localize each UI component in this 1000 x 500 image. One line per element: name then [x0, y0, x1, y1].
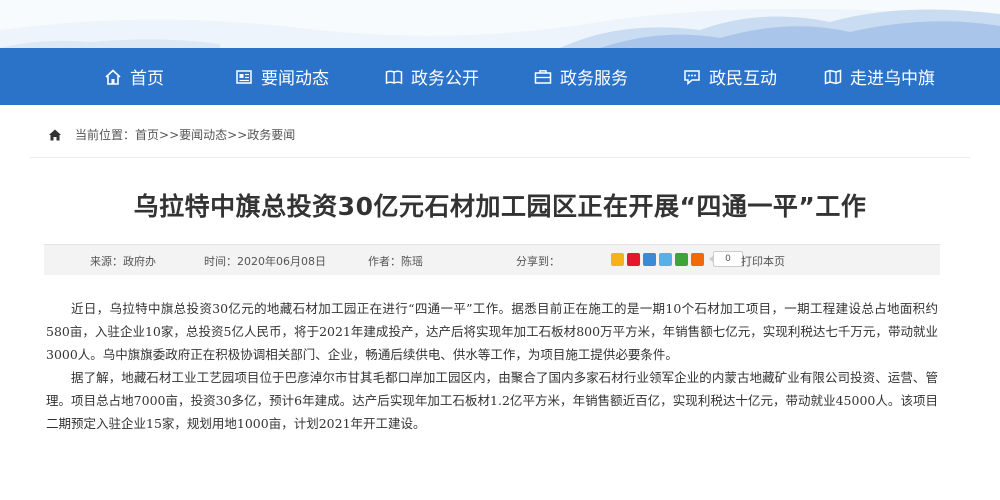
breadcrumb-news-link[interactable]: 要闻动态 — [179, 126, 227, 143]
share-label: 分享到： — [516, 255, 560, 268]
douban-share-icon[interactable] — [675, 252, 688, 266]
header-banner — [0, 0, 1000, 48]
weibo-share-icon[interactable] — [627, 252, 640, 266]
article-author: 作者：陈瑶 — [368, 255, 423, 268]
nav-label: 走进乌中旗 — [850, 69, 935, 89]
nav-item-news[interactable]: 要闻动态 — [235, 48, 329, 105]
breadcrumb-separator: >> — [159, 127, 180, 142]
nav-label: 要闻动态 — [261, 69, 329, 89]
map-icon — [824, 68, 842, 86]
share-buttons: 0 — [611, 251, 743, 267]
chat-icon — [683, 68, 701, 86]
article-title: 乌拉特中旗总投资30亿元石材加工园区正在开展“四通一平”工作 — [133, 192, 867, 221]
nav-label: 首页 — [130, 69, 164, 89]
breadcrumb: 当前位置： 首页 >> 要闻动态 >> 政务要闻 — [48, 126, 295, 143]
renren-share-icon[interactable] — [643, 252, 656, 266]
qzone-share-icon[interactable] — [611, 252, 624, 266]
breadcrumb-current-link[interactable]: 政务要闻 — [247, 126, 295, 143]
nav-item-about[interactable]: 走进乌中旗 — [824, 48, 935, 105]
home-icon — [49, 129, 61, 140]
article-time: 时间：2020年06月08日 — [204, 255, 326, 268]
more-share-icon[interactable] — [691, 252, 704, 266]
news-icon — [235, 68, 253, 86]
article-paragraph: 近日，乌拉特中旗总投资30亿元的地藏石材加工园正在进行“四通一平”工作。据悉目前… — [46, 301, 938, 362]
nav-label: 政民互动 — [709, 69, 777, 89]
book-icon — [385, 68, 403, 86]
home-icon — [104, 68, 122, 86]
tqq-share-icon[interactable] — [659, 252, 672, 266]
article-source: 来源：政府办 — [90, 255, 156, 268]
breadcrumb-prefix: 当前位置： — [75, 128, 136, 142]
article-meta-bar: 来源：政府办 时间：2020年06月08日 作者：陈瑶 分享到： 0 打印本页 — [44, 244, 940, 275]
article-body: 近日，乌拉特中旗总投资30亿元的地藏石材加工园正在进行“四通一平”工作。据悉目前… — [46, 297, 938, 435]
nav-label: 政务服务 — [560, 69, 628, 89]
nav-label: 政务公开 — [411, 69, 479, 89]
nav-item-gov-service[interactable]: 政务服务 — [534, 48, 628, 105]
nav-item-interaction[interactable]: 政民互动 — [683, 48, 777, 105]
article-paragraph: 据了解，地藏石材工业工艺园项目位于巴彦淖尔市甘其毛都口岸加工园区内，由聚合了国内… — [46, 370, 938, 431]
main-nav: 首页 要闻动态 政务公开 政务服务 政民互动 走进乌中旗 — [0, 48, 1000, 105]
nav-item-home[interactable]: 首页 — [104, 48, 164, 105]
briefcase-icon — [534, 68, 552, 86]
share-count: 0 — [709, 251, 743, 267]
breadcrumb-bar: 当前位置： 首页 >> 要闻动态 >> 政务要闻 — [0, 105, 1000, 158]
breadcrumb-separator: >> — [227, 127, 248, 142]
divider — [30, 157, 970, 158]
banner-graphic — [0, 0, 1000, 48]
nav-item-gov-open[interactable]: 政务公开 — [385, 48, 479, 105]
breadcrumb-home-link[interactable]: 首页 — [135, 126, 159, 143]
print-link[interactable]: 打印本页 — [741, 253, 785, 269]
